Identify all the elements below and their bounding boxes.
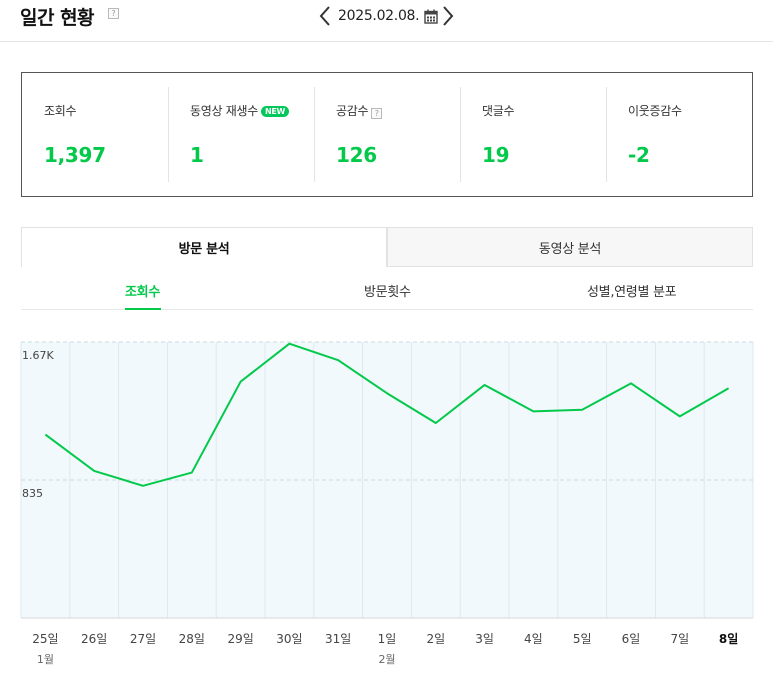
stat-label: 조회수	[44, 104, 77, 118]
x-tick-label: 30일	[276, 632, 302, 646]
help-icon[interactable]: ?	[108, 8, 119, 19]
stat-label: 댓글수	[482, 104, 515, 118]
date-navigator: 2025.02.08.	[318, 3, 455, 29]
stat-video-plays: 동영상 재생수 NEW 1	[168, 73, 314, 196]
x-tick-label: 28일	[179, 632, 205, 646]
subtab-visit-count[interactable]: 방문횟수	[364, 281, 411, 300]
y-tick-label: 1.67K	[22, 349, 54, 362]
tab-video-analysis[interactable]: 동영상 분석	[387, 227, 753, 267]
stat-label: 공감수?	[336, 102, 383, 119]
x-tick-label: 2일	[426, 632, 445, 646]
x-tick-label: 4일	[524, 632, 543, 646]
x-tick-label: 27일	[130, 632, 156, 646]
stat-value: 1	[190, 143, 204, 167]
chart-canvas: 835 1.67K 25일 1월 26일 27일 28일 29일 30일 31일 1일 2월 2일 3일 4…	[20, 341, 754, 666]
stat-value: 19	[482, 143, 510, 167]
x-tick-label: 8일	[719, 632, 738, 646]
sub-tabs: 조회수 방문횟수 성별,연령별 분포	[21, 268, 753, 310]
stat-value: 1,397	[44, 143, 106, 167]
stat-label-text: 동영상 재생수	[190, 104, 258, 118]
subtab-gender-age[interactable]: 성별,연령별 분포	[587, 281, 677, 300]
stat-label: 동영상 재생수 NEW	[190, 102, 290, 119]
x-tick-label: 7일	[670, 632, 689, 646]
calendar-icon[interactable]	[423, 7, 439, 25]
help-icon[interactable]: ?	[371, 108, 383, 119]
stat-value: -2	[628, 143, 650, 167]
stat-likes: 공감수? 126	[314, 73, 460, 196]
x-tick-label: 1일	[378, 632, 397, 646]
stat-label: 이웃증감수	[628, 104, 682, 118]
x-tick-label: 25일	[32, 632, 58, 646]
new-badge: NEW	[260, 106, 290, 117]
x-tick-label: 26일	[81, 632, 107, 646]
x-tick-label: 5일	[573, 632, 592, 646]
stat-value: 126	[336, 143, 377, 167]
chevron-right-icon[interactable]	[441, 4, 455, 28]
main-tabs: 방문 분석 동영상 분석	[21, 227, 753, 267]
stats-summary: 조회수 1,397 동영상 재생수 NEW 1 공감수? 126 댓글수 19 이…	[21, 72, 753, 197]
tab-visit-analysis[interactable]: 방문 분석	[21, 227, 387, 267]
header: 일간 현황 ? 2025.02.08.	[0, 0, 773, 42]
stat-neighbor-change: 이웃증감수 -2	[606, 73, 752, 196]
x-tick-label: 31일	[325, 632, 351, 646]
views-line-chart: 835 1.67K 25일 1월 26일 27일 28일 29일 30일 31일 1일 2월 2일 3일 4…	[0, 310, 773, 686]
x-tick-label: 29일	[227, 632, 253, 646]
page-title: 일간 현황	[20, 7, 95, 29]
chevron-left-icon[interactable]	[318, 4, 332, 28]
x-tick-label: 6일	[622, 632, 641, 646]
x-month-label: 2월	[378, 653, 395, 666]
stat-label-text: 공감수	[336, 104, 369, 118]
x-month-label: 1월	[37, 653, 54, 666]
x-tick-label: 3일	[475, 632, 494, 646]
stat-views: 조회수 1,397	[22, 73, 168, 196]
stat-comments: 댓글수 19	[460, 73, 606, 196]
y-tick-label: 835	[22, 487, 43, 500]
current-date: 2025.02.08.	[338, 8, 420, 24]
subtab-views[interactable]: 조회수	[125, 281, 160, 300]
